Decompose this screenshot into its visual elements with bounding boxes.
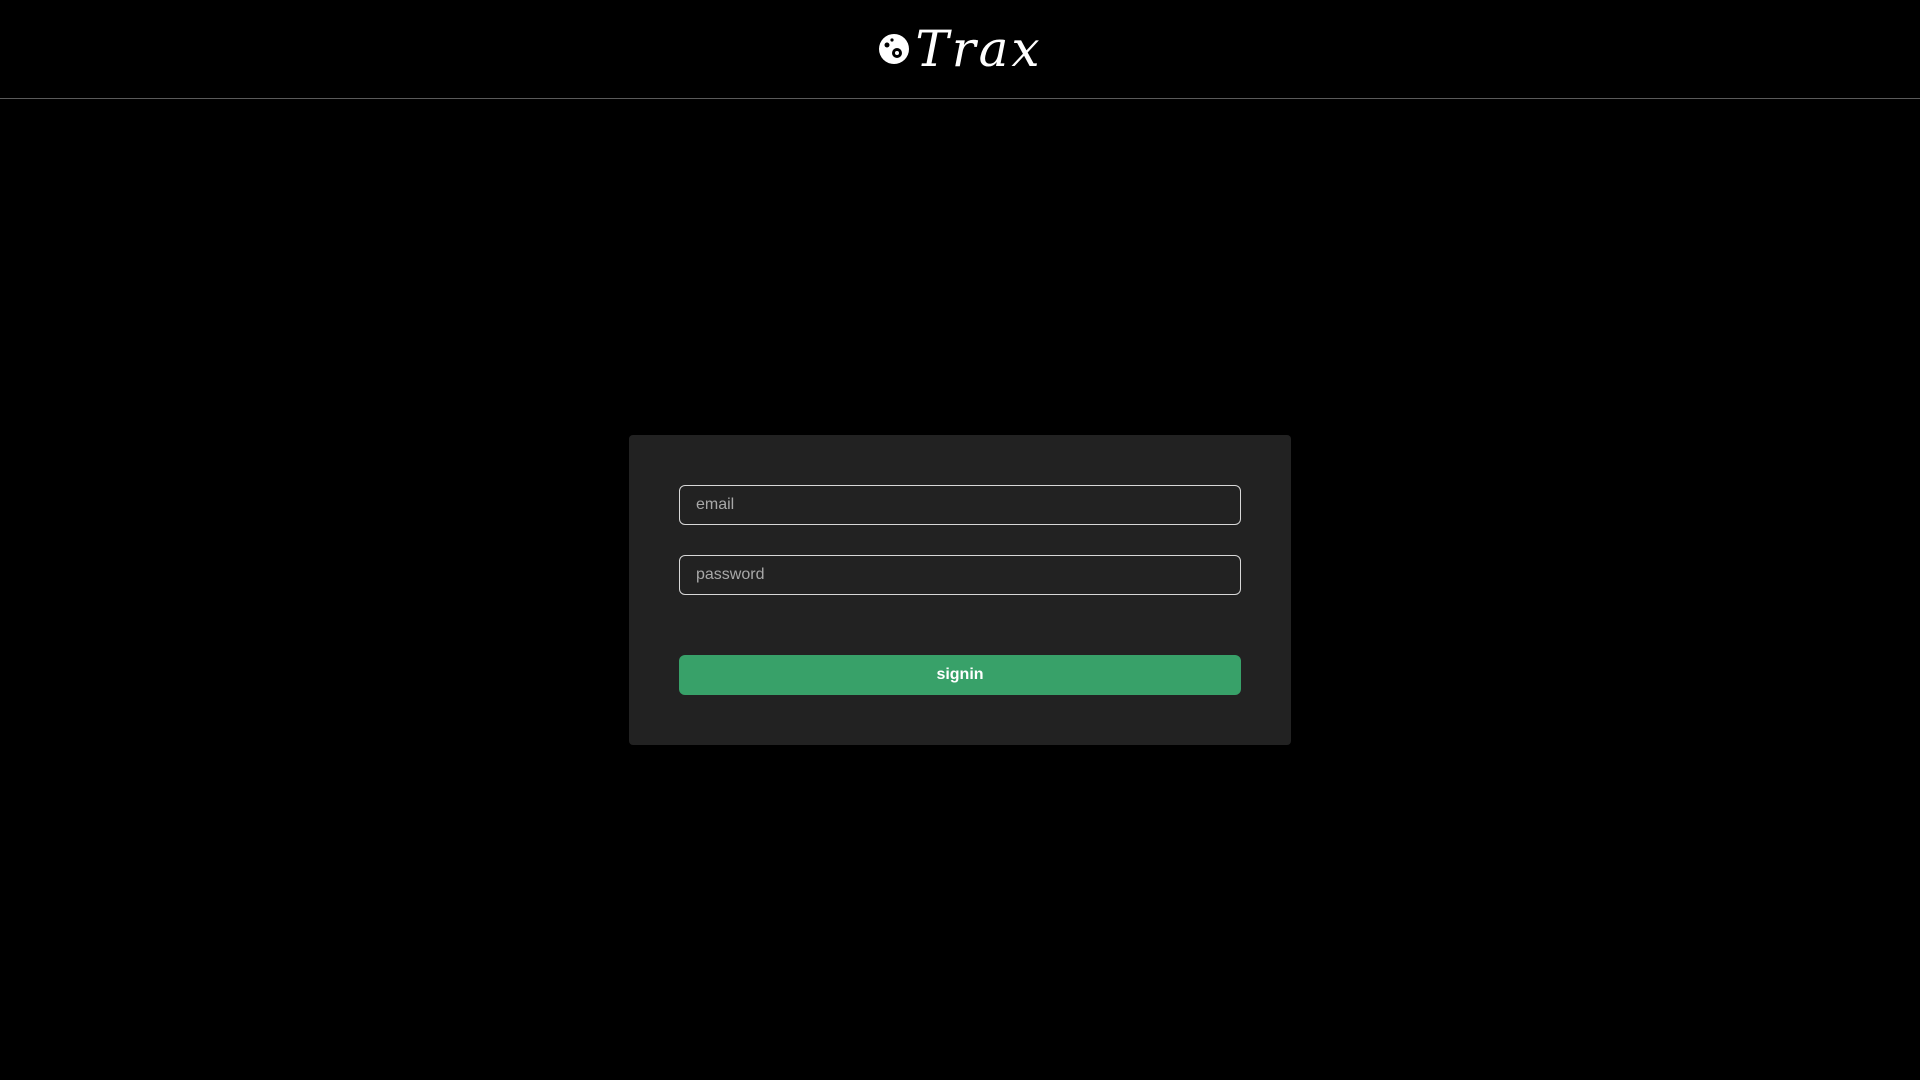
vinyl-record-icon: [877, 32, 911, 66]
logo-text: Trax: [915, 20, 1043, 78]
app-header: Trax: [0, 0, 1920, 99]
email-input[interactable]: [679, 485, 1241, 525]
signin-card: signin: [629, 435, 1291, 745]
app-logo[interactable]: Trax: [877, 24, 1042, 74]
signin-button[interactable]: signin: [679, 655, 1241, 695]
password-input[interactable]: [679, 555, 1241, 595]
